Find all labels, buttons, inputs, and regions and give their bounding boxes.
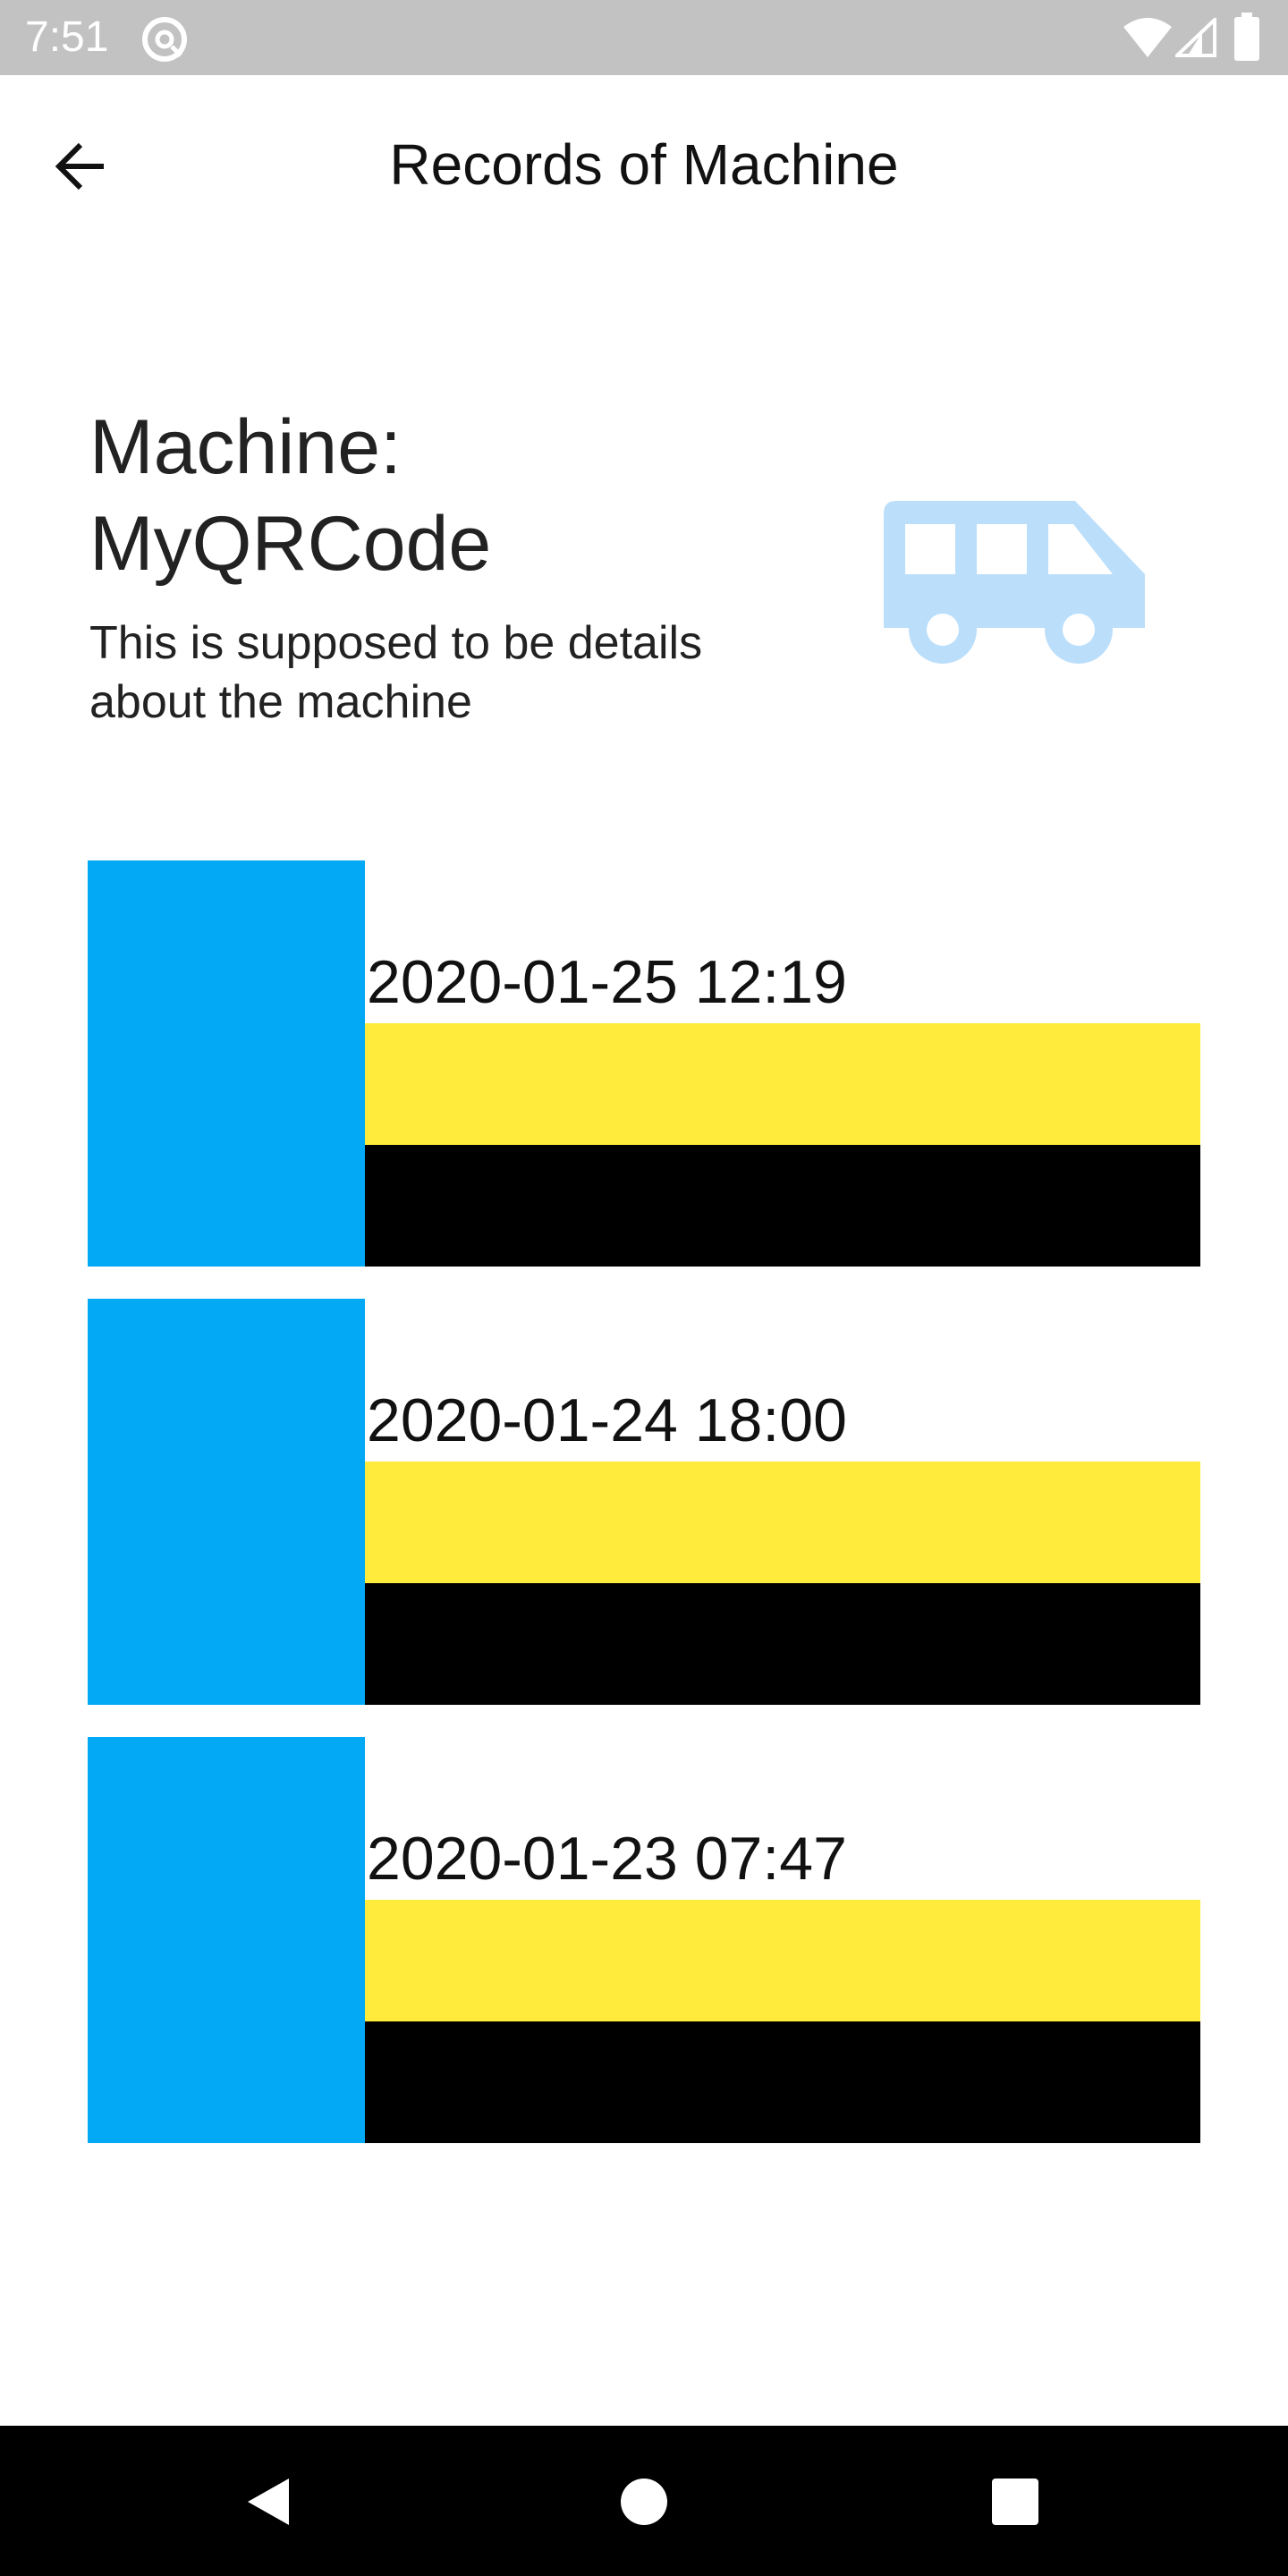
status-bar: 7:51 <box>0 0 1288 75</box>
record-yellow-band <box>365 1462 1200 1583</box>
record-date: 2020-01-23 07:47 <box>367 1825 847 1893</box>
home-circle-icon <box>621 2479 667 2525</box>
record-black-band <box>365 1583 1200 1705</box>
at-sign-icon <box>142 17 187 62</box>
record-item[interactable]: 2020-01-24 18:00 <box>88 1299 1200 1705</box>
nav-home-button[interactable] <box>595 2453 693 2551</box>
recents-square-icon <box>992 2479 1038 2525</box>
record-date: 2020-01-25 12:19 <box>367 948 847 1016</box>
arrow-left-icon <box>55 142 104 191</box>
record-yellow-band <box>365 1900 1200 2021</box>
app-bar: Records of Machine <box>0 75 1288 250</box>
page-title: Records of Machine <box>389 132 899 197</box>
record-item[interactable]: 2020-01-23 07:47 <box>88 1737 1200 2143</box>
cell-signal-icon <box>1175 18 1216 57</box>
bus-icon <box>884 501 1145 664</box>
record-black-band <box>365 2021 1200 2143</box>
back-triangle-icon <box>248 2479 289 2525</box>
machine-name: Machine: MyQRCode <box>89 404 492 587</box>
record-item[interactable]: 2020-01-25 12:19 <box>88 860 1200 1267</box>
record-thumbnail <box>88 860 365 1267</box>
nav-back-button[interactable] <box>220 2453 318 2551</box>
navigation-bar <box>0 2426 1288 2576</box>
record-thumbnail <box>88 1299 365 1705</box>
back-button[interactable] <box>36 122 125 211</box>
machine-description: This is supposed to be details about the… <box>89 617 703 728</box>
status-time: 7:51 <box>25 13 109 61</box>
record-date: 2020-01-24 18:00 <box>367 1386 847 1454</box>
record-yellow-band <box>365 1023 1200 1145</box>
nav-recents-button[interactable] <box>966 2453 1064 2551</box>
wifi-icon <box>1123 18 1172 57</box>
record-black-band <box>365 1145 1200 1267</box>
battery-icon <box>1234 13 1259 61</box>
record-thumbnail <box>88 1737 365 2143</box>
screen: 7:51 Records of Machine Machine: MyQRCod… <box>0 0 1288 2576</box>
